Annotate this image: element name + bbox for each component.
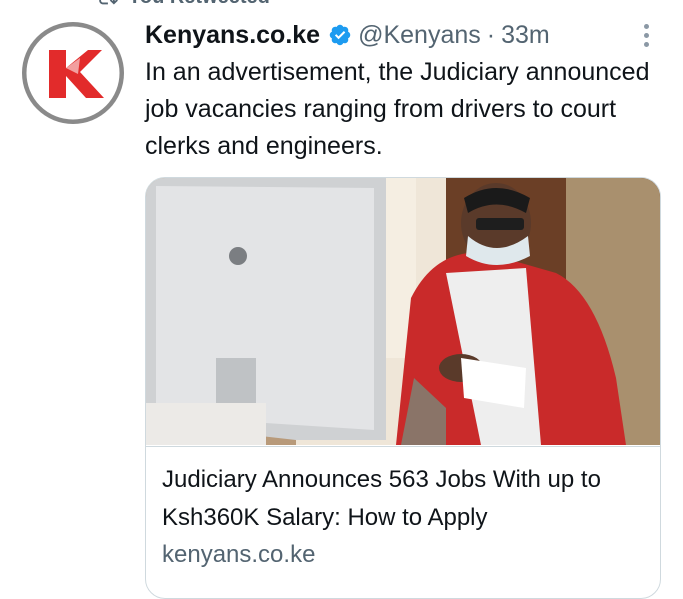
retweet-label: You Retweeted — [128, 0, 270, 9]
header-separator: · — [486, 20, 496, 49]
retweet-icon — [99, 0, 118, 5]
card-title: Judiciary Announces 563 Jobs With up to … — [162, 466, 601, 531]
verified-badge-icon — [329, 24, 351, 46]
card-domain: kenyans.co.ke — [162, 541, 316, 568]
tweet-text: In an advertisement, the Judiciary annou… — [145, 58, 650, 160]
article-image — [146, 178, 660, 445]
tweet-header: Kenyans.co.ke @Kenyans · 33m — [145, 18, 665, 52]
retweet-indicator: You Retweeted — [96, 0, 270, 8]
kenyans-logo-icon — [22, 22, 124, 124]
tweet-timestamp[interactable]: 33m — [501, 21, 550, 50]
card-text-area: Judiciary Announces 563 Jobs With up to … — [146, 446, 660, 598]
author-name[interactable]: Kenyans.co.ke — [145, 21, 320, 50]
author-avatar[interactable] — [22, 22, 124, 124]
author-handle[interactable]: @Kenyans — [358, 21, 481, 50]
link-card[interactable]: Judiciary Announces 563 Jobs With up to … — [145, 177, 661, 599]
more-options-icon[interactable] — [631, 20, 661, 50]
